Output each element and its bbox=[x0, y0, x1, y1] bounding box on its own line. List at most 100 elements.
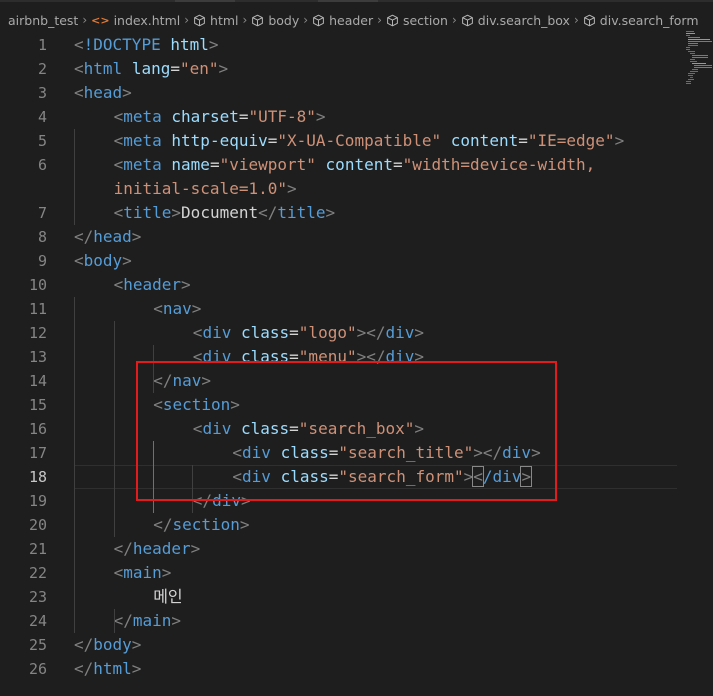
breadcrumb-item[interactable]: header bbox=[312, 13, 373, 28]
code-token: meta bbox=[123, 131, 162, 150]
code-token: "viewport" bbox=[219, 155, 316, 174]
breadcrumb-item[interactable]: html bbox=[193, 12, 239, 28]
code-line[interactable]: 4 <meta charset="UTF-8"> bbox=[0, 105, 713, 129]
code-token: < bbox=[113, 563, 124, 582]
chevron-right-icon: › bbox=[377, 13, 382, 27]
code-token: "width=device-width, bbox=[402, 155, 596, 174]
minimap[interactable] bbox=[684, 0, 713, 84]
minimap-line bbox=[688, 79, 694, 80]
line-number: 2 bbox=[37, 60, 47, 78]
code-token: </ bbox=[113, 539, 133, 558]
code-line[interactable]: 8 </head> bbox=[0, 225, 713, 249]
code-line[interactable]: 9 <body> bbox=[0, 249, 713, 273]
code-text: initial-scale=1.0"> bbox=[114, 177, 297, 201]
chevron-right-icon: › bbox=[451, 13, 457, 27]
tab-strip bbox=[0, 0, 713, 2]
code-line[interactable]: 6 <meta name="viewport" content="width=de… bbox=[0, 153, 713, 177]
code-text: <head> bbox=[74, 81, 132, 105]
code-line[interactable]: 25 </body> bbox=[0, 633, 713, 657]
breadcrumb-item[interactable]: <> index.html bbox=[91, 13, 180, 28]
code-line[interactable]: 7 <title>Document</title> bbox=[0, 201, 713, 225]
breadcrumb-label: body bbox=[268, 12, 300, 28]
code-line[interactable]: 22 <main> bbox=[0, 561, 713, 585]
line-number: 1 bbox=[37, 36, 47, 54]
code-token: > bbox=[315, 107, 326, 126]
minimap-line bbox=[690, 53, 695, 54]
code-token: < bbox=[192, 323, 203, 342]
minimap-line bbox=[686, 47, 690, 48]
code-line[interactable]: 10 <header> bbox=[0, 273, 713, 297]
code-token: !DOCTYPE bbox=[83, 35, 161, 54]
code-line[interactable]: 11 <nav> bbox=[0, 297, 713, 321]
minimap-line bbox=[686, 49, 690, 50]
code-text: <main> bbox=[114, 561, 172, 585]
code-token: < bbox=[113, 275, 124, 294]
breadcrumb-item[interactable]: div.search_box bbox=[461, 13, 570, 28]
code-token: meta bbox=[123, 155, 162, 174]
code-token: > bbox=[122, 251, 132, 270]
code-token: < bbox=[74, 251, 84, 270]
code-token: html bbox=[93, 659, 132, 678]
code-line[interactable]: 21 </header> bbox=[0, 537, 713, 561]
code-token: initial-scale=1.0" bbox=[113, 179, 287, 198]
minimap-line bbox=[688, 43, 698, 44]
symbol-element-icon bbox=[461, 14, 478, 27]
symbol-element-icon bbox=[312, 14, 329, 27]
line-number: 5 bbox=[37, 132, 47, 150]
line-number: 14 bbox=[28, 372, 47, 390]
code-token: </ bbox=[74, 659, 94, 678]
code-text: <header> bbox=[114, 273, 191, 297]
breadcrumb-label: html bbox=[210, 12, 239, 28]
code-token: > bbox=[286, 179, 297, 198]
minimap-line bbox=[686, 31, 694, 32]
code-line[interactable]: 1 <!DOCTYPE html> bbox=[0, 33, 713, 57]
code-line[interactable]: 20 </section> bbox=[0, 513, 713, 537]
tab-fragment[interactable] bbox=[175, 0, 235, 2]
code-token: > bbox=[171, 203, 182, 222]
line-number: 16 bbox=[28, 420, 47, 438]
minimap-line bbox=[686, 35, 690, 36]
line-number: 19 bbox=[28, 492, 47, 510]
line-number: 13 bbox=[28, 348, 47, 366]
code-token: name bbox=[171, 155, 210, 174]
code-token: = bbox=[267, 131, 278, 150]
code-line[interactable]: 26 </html> bbox=[0, 657, 713, 681]
chevron-right-icon: › bbox=[573, 13, 579, 27]
code-token: </ bbox=[153, 515, 173, 534]
code-token: </ bbox=[258, 203, 278, 222]
code-token: > bbox=[171, 611, 182, 630]
code-line[interactable]: 2 <html lang="en"> bbox=[0, 57, 713, 81]
code-token: ></ bbox=[356, 323, 386, 342]
breadcrumb-item[interactable]: div.search_form bbox=[583, 13, 699, 28]
breadcrumb-item[interactable]: airbnb_test bbox=[8, 13, 78, 28]
code-line[interactable]: 24 </main> bbox=[0, 609, 713, 633]
code-text: <title>Document</title> bbox=[114, 201, 336, 225]
minimap-line bbox=[690, 77, 693, 78]
code-line[interactable]: 23 메인 bbox=[0, 585, 713, 609]
code-token: body bbox=[93, 635, 132, 654]
breadcrumb-item[interactable]: body bbox=[251, 13, 299, 28]
code-token: > bbox=[122, 83, 132, 102]
code-text: </html> bbox=[74, 657, 141, 681]
code-token: head bbox=[83, 83, 123, 102]
code-token: = bbox=[518, 131, 528, 150]
line-number: 4 bbox=[37, 108, 47, 126]
code-line[interactable]: 12 <div class="logo"></div> bbox=[0, 321, 713, 345]
code-text: 메인 bbox=[153, 585, 182, 609]
tab-fragment[interactable] bbox=[318, 0, 378, 2]
breadcrumb-item[interactable]: section bbox=[386, 13, 448, 28]
code-line[interactable]: 3 <head> bbox=[0, 81, 713, 105]
code-token: content bbox=[450, 131, 519, 150]
code-token: lang bbox=[131, 59, 171, 78]
code-line[interactable]: 5 <meta http-equiv="X-UA-Compatible" cont… bbox=[0, 129, 713, 153]
code-text: <div class="logo"></div> bbox=[193, 321, 424, 345]
code-line[interactable]: initial-scale=1.0"> bbox=[0, 177, 713, 201]
code-token: = bbox=[209, 155, 220, 174]
line-number: 11 bbox=[28, 300, 47, 318]
code-token: html bbox=[83, 59, 123, 78]
minimap-line bbox=[688, 75, 693, 76]
code-token: head bbox=[93, 227, 132, 246]
code-token: > bbox=[131, 659, 142, 678]
